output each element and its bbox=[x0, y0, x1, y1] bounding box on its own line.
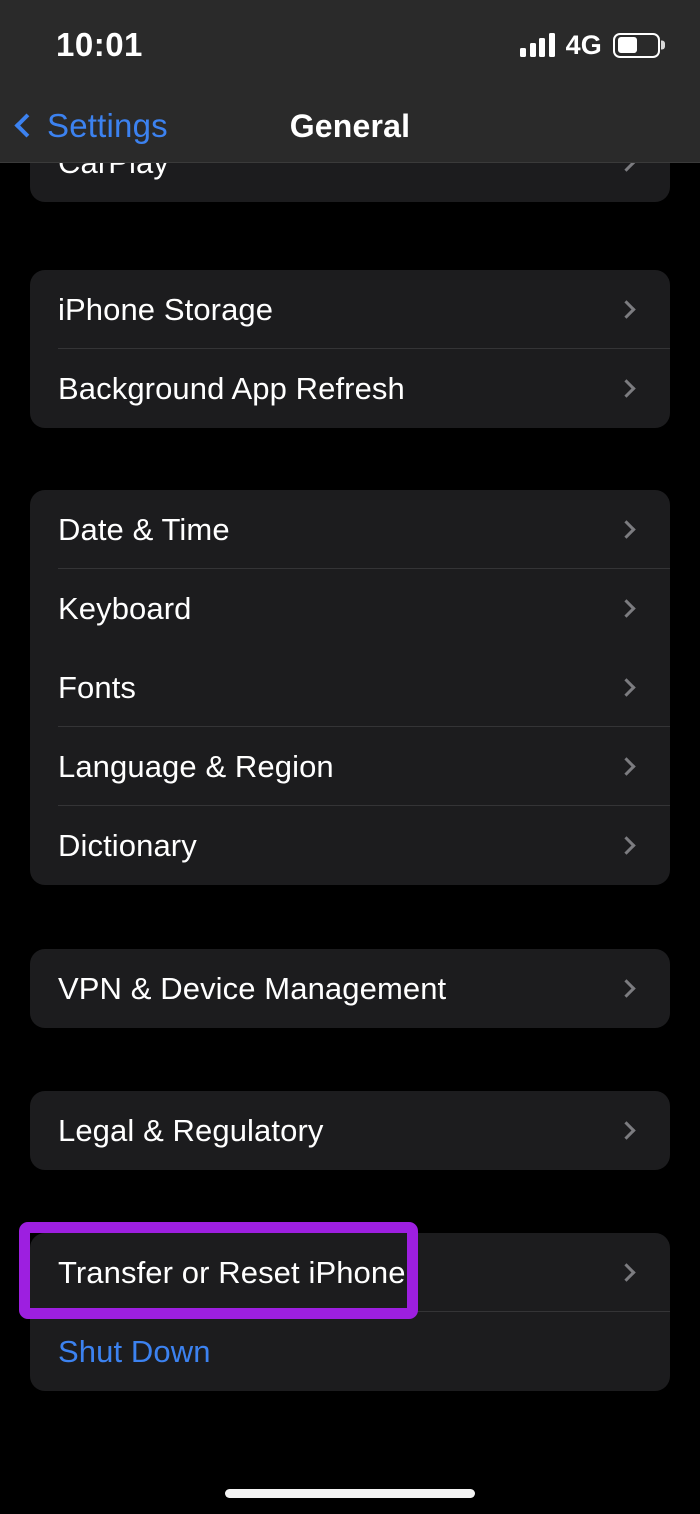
chevron-right-icon bbox=[617, 1121, 636, 1140]
chevron-right-icon bbox=[617, 599, 636, 618]
settings-row-label: Fonts bbox=[58, 669, 137, 705]
settings-row-carplay[interactable]: CarPlay bbox=[30, 163, 670, 202]
chevron-right-icon bbox=[617, 379, 636, 398]
chevron-right-icon bbox=[617, 678, 636, 697]
battery-icon bbox=[613, 32, 660, 58]
chevron-right-icon bbox=[617, 163, 636, 172]
section-legal: Legal & Regulatory bbox=[30, 1091, 670, 1170]
settings-row-fonts[interactable]: Fonts bbox=[30, 648, 670, 727]
settings-row-language-and-region[interactable]: Language & Region bbox=[30, 727, 670, 806]
settings-row-label: Language & Region bbox=[58, 748, 334, 784]
settings-row-vpn-and-device-management[interactable]: VPN & Device Management bbox=[30, 949, 670, 1028]
settings-row-label: Keyboard bbox=[58, 590, 192, 626]
section-carplay: CarPlay bbox=[30, 163, 670, 202]
settings-row-label: Shut Down bbox=[58, 1333, 211, 1369]
settings-row-legal-and-regulatory[interactable]: Legal & Regulatory bbox=[30, 1091, 670, 1170]
settings-row-date-and-time[interactable]: Date & Time bbox=[30, 490, 670, 569]
network-type-label: 4G bbox=[565, 29, 602, 60]
settings-row-label: Background App Refresh bbox=[58, 370, 405, 406]
settings-row-label: Transfer or Reset iPhone bbox=[58, 1254, 406, 1290]
settings-row-background-app-refresh[interactable]: Background App Refresh bbox=[30, 349, 670, 428]
section-vpn: VPN & Device Management bbox=[30, 949, 670, 1028]
settings-row-transfer-or-reset-iphone[interactable]: Transfer or Reset iPhone bbox=[30, 1233, 670, 1312]
settings-row-label: iPhone Storage bbox=[58, 291, 274, 327]
status-bar: 10:01 4G bbox=[0, 0, 700, 90]
settings-row-label: Legal & Regulatory bbox=[58, 1112, 324, 1148]
navigation-bar: Settings General bbox=[0, 90, 700, 163]
chevron-left-icon bbox=[14, 112, 39, 138]
settings-row-label: CarPlay bbox=[58, 163, 620, 181]
settings-row-keyboard[interactable]: Keyboard bbox=[30, 569, 670, 648]
settings-row-shut-down[interactable]: Shut Down bbox=[30, 1312, 670, 1391]
chevron-right-icon bbox=[617, 757, 636, 776]
settings-row-label: Dictionary bbox=[58, 827, 197, 863]
back-button[interactable]: Settings bbox=[0, 107, 168, 145]
settings-list[interactable]: CarPlay iPhone Storage Background App Refr… bbox=[0, 163, 700, 1514]
back-button-label: Settings bbox=[47, 107, 168, 144]
section-reset: Transfer or Reset iPhone Shut Down bbox=[30, 1233, 670, 1391]
status-bar-indicators: 4G bbox=[520, 30, 660, 61]
chevron-right-icon bbox=[617, 979, 636, 998]
section-datetime: Date & Time Keyboard Fonts Language & Regio… bbox=[30, 490, 670, 885]
chevron-right-icon bbox=[617, 836, 636, 855]
section-storage: iPhone Storage Background App Refresh bbox=[30, 270, 670, 428]
settings-row-dictionary[interactable]: Dictionary bbox=[30, 806, 670, 885]
settings-row-iphone-storage[interactable]: iPhone Storage bbox=[30, 270, 670, 349]
chevron-right-icon bbox=[617, 520, 636, 539]
chevron-right-icon bbox=[617, 300, 636, 319]
status-bar-clock: 10:01 bbox=[56, 26, 143, 63]
chevron-right-icon bbox=[617, 1263, 636, 1282]
signal-bars-icon bbox=[520, 33, 555, 57]
phone-screen: 10:01 4G Settings General CarPlay iPhone … bbox=[0, 0, 700, 1514]
settings-row-label: VPN & Device Management bbox=[58, 970, 447, 1006]
settings-row-label: Date & Time bbox=[58, 511, 230, 547]
home-indicator[interactable] bbox=[225, 1489, 475, 1498]
